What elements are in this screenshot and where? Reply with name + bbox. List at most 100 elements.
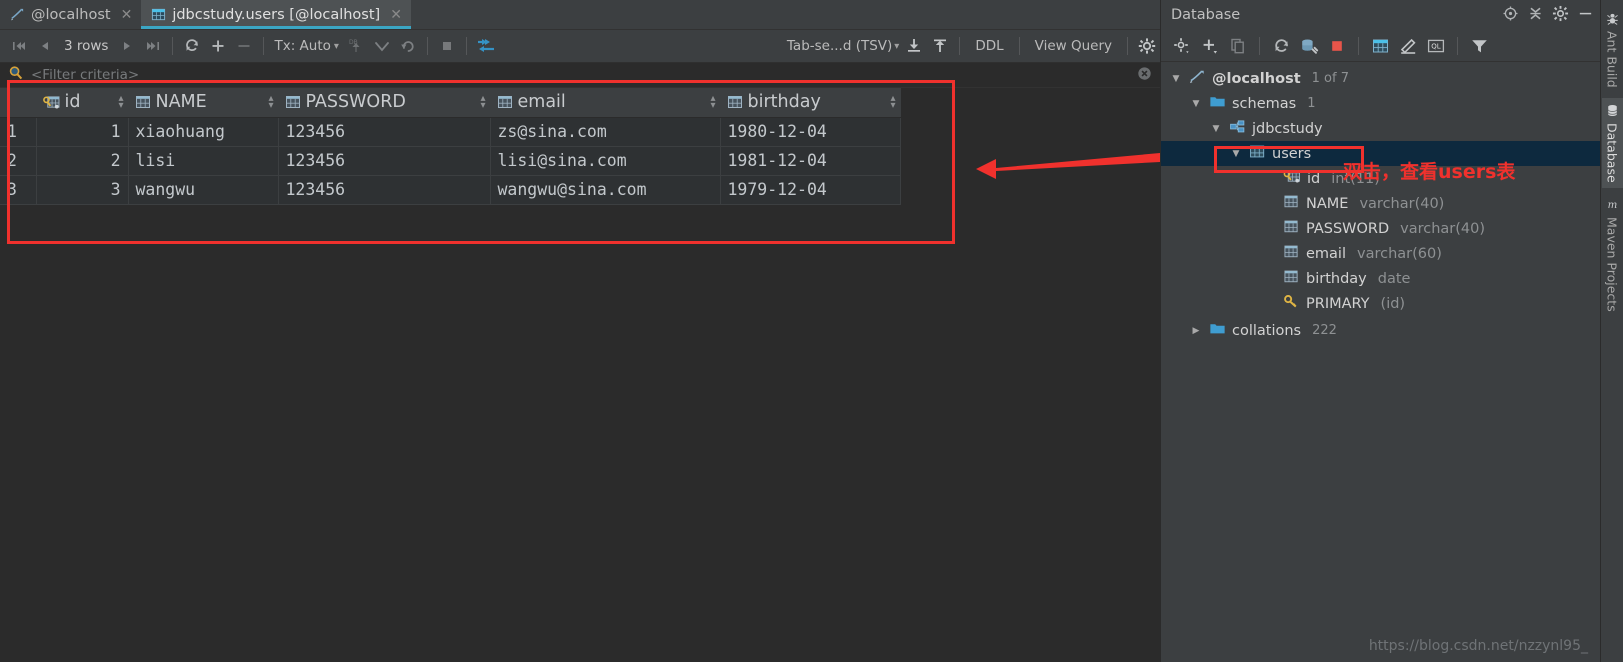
editor-area: @localhost ✕ jdbcstudy.users [@localhost… bbox=[0, 0, 1160, 662]
cell-id[interactable]: 2 bbox=[36, 146, 129, 176]
chevron-down-icon: ▾ bbox=[894, 40, 900, 52]
dump-data-icon[interactable] bbox=[901, 33, 927, 59]
last-row-icon[interactable] bbox=[140, 33, 166, 59]
hide-icon[interactable] bbox=[1577, 5, 1594, 26]
reload-page-icon[interactable] bbox=[179, 33, 205, 59]
scroll-from-source-icon[interactable] bbox=[1502, 5, 1519, 26]
delete-row-icon[interactable] bbox=[231, 33, 257, 59]
transaction-mode-selector[interactable]: Tx: Auto ▾ bbox=[270, 38, 342, 54]
output-format-selector[interactable]: Tab-se...d (TSV) ▾ bbox=[787, 38, 901, 54]
sort-indicator-icon[interactable]: ▴ ▾ bbox=[118, 93, 123, 111]
watermark-text: https://blog.csdn.net/nzzynl95_ bbox=[1368, 638, 1588, 654]
close-icon[interactable]: ✕ bbox=[121, 8, 133, 22]
toolwindow-tab-database[interactable]: Database bbox=[1601, 97, 1623, 189]
cell-email[interactable]: lisi@sina.com bbox=[490, 146, 721, 176]
cell-birthday[interactable]: 1980-12-04 bbox=[720, 117, 901, 147]
database-tree[interactable]: ▼ @localhost 1 of 7 ▼ schemas 1 ▼ jdbcst… bbox=[1161, 62, 1600, 662]
tree-node-label: schemas bbox=[1232, 95, 1297, 112]
tree-node-column-birthday[interactable]: ▸ birthday date bbox=[1161, 266, 1600, 291]
tree-node-column-name[interactable]: ▸ NAME varchar(40) bbox=[1161, 191, 1600, 216]
transaction-mode-label: Tx: Auto bbox=[274, 38, 331, 54]
tree-node-column-password[interactable]: ▸ PASSWORD varchar(40) bbox=[1161, 216, 1600, 241]
cell-email[interactable]: zs@sina.com bbox=[490, 117, 721, 147]
stop-icon[interactable] bbox=[434, 33, 460, 59]
close-icon[interactable]: ✕ bbox=[390, 8, 402, 22]
tree-node-localhost[interactable]: ▼ @localhost 1 of 7 bbox=[1161, 66, 1600, 91]
tree-node-schemas[interactable]: ▼ schemas 1 bbox=[1161, 91, 1600, 116]
tree-node-meta: 222 bbox=[1312, 323, 1337, 338]
result-grid[interactable]: id ▴ ▾ NAME ▴ ▾ PASSWORD ▴ ▾ email ▴ ▾ b… bbox=[0, 88, 901, 205]
import-data-icon[interactable] bbox=[927, 33, 953, 59]
chevron-right-icon[interactable]: ▶ bbox=[1189, 326, 1203, 336]
sort-indicator-icon[interactable]: ▴ ▾ bbox=[890, 93, 895, 111]
first-row-icon[interactable] bbox=[6, 33, 32, 59]
table-row[interactable]: 2 2 lisi 123456 lisi@sina.com 1981-12-04 bbox=[0, 146, 901, 176]
next-row-icon[interactable] bbox=[114, 33, 140, 59]
sort-indicator-icon[interactable]: ▴ ▾ bbox=[480, 93, 485, 111]
commit-icon[interactable] bbox=[369, 33, 395, 59]
tree-node-primary-key[interactable]: ▸ PRIMARY (id) bbox=[1161, 291, 1600, 316]
toolwindow-tab-maven-projects[interactable]: m Maven Projects bbox=[1602, 192, 1623, 318]
sql-console-icon[interactable]: QL bbox=[1423, 33, 1449, 59]
filter-icon[interactable] bbox=[1466, 33, 1492, 59]
table-row[interactable]: 3 3 wangwu 123456 wangwu@sina.com 1979-1… bbox=[0, 175, 901, 205]
cell-email[interactable]: wangwu@sina.com bbox=[490, 175, 721, 205]
cell-name[interactable]: xiaohuang bbox=[128, 117, 279, 147]
rollback-icon[interactable] bbox=[395, 33, 421, 59]
column-header-id[interactable]: id ▴ ▾ bbox=[36, 88, 129, 118]
column-icon bbox=[135, 95, 151, 109]
column-header-password[interactable]: PASSWORD ▴ ▾ bbox=[278, 88, 491, 118]
cell-name[interactable]: lisi bbox=[128, 146, 279, 176]
gear-icon[interactable] bbox=[1134, 33, 1160, 59]
sort-indicator-icon[interactable]: ▴ ▾ bbox=[710, 93, 715, 111]
column-header-email[interactable]: email ▴ ▾ bbox=[490, 88, 721, 118]
column-header-name[interactable]: NAME ▴ ▾ bbox=[128, 88, 279, 118]
cell-password[interactable]: 123456 bbox=[278, 175, 491, 205]
add-row-icon[interactable] bbox=[205, 33, 231, 59]
sync-icon[interactable] bbox=[1296, 33, 1322, 59]
tree-node-jdbcstudy[interactable]: ▼ jdbcstudy bbox=[1161, 116, 1600, 141]
primary-key-column-icon bbox=[1283, 169, 1301, 188]
cell-password[interactable]: 123456 bbox=[278, 146, 491, 176]
table-row[interactable]: 1 1 xiaohuang 123456 zs@sina.com 1980-12… bbox=[0, 117, 901, 147]
toolwindow-tab-label: Maven Projects bbox=[1604, 217, 1620, 313]
mysql-console-icon bbox=[10, 7, 25, 22]
refresh-icon[interactable] bbox=[1268, 33, 1294, 59]
cell-name[interactable]: wangwu bbox=[128, 175, 279, 205]
filter-row[interactable]: <Filter criteria> bbox=[0, 63, 1160, 88]
add-icon[interactable] bbox=[1197, 33, 1223, 59]
editor-tab-users[interactable]: jdbcstudy.users [@localhost] ✕ bbox=[141, 0, 411, 29]
modify-icon[interactable] bbox=[1395, 33, 1421, 59]
close-icon[interactable] bbox=[1137, 66, 1152, 85]
column-header-birthday[interactable]: birthday ▴ ▾ bbox=[720, 88, 901, 118]
chevron-down-icon[interactable]: ▼ bbox=[1229, 149, 1243, 159]
stop-icon[interactable] bbox=[1324, 33, 1350, 59]
cell-birthday[interactable]: 1979-12-04 bbox=[720, 175, 901, 205]
toolbar-divider bbox=[263, 37, 265, 55]
cell-id[interactable]: 3 bbox=[36, 175, 129, 205]
filter-input[interactable]: <Filter criteria> bbox=[31, 67, 139, 83]
chevron-down-icon[interactable]: ▼ bbox=[1189, 99, 1203, 109]
chevron-down-icon[interactable]: ▼ bbox=[1169, 74, 1183, 84]
datasource-properties-icon[interactable] bbox=[1169, 33, 1195, 59]
view-query-button[interactable]: View Query bbox=[1026, 38, 1121, 54]
collapse-all-icon[interactable] bbox=[1527, 5, 1544, 26]
ddl-button[interactable]: DDL bbox=[966, 38, 1012, 54]
cell-password[interactable]: 123456 bbox=[278, 117, 491, 147]
editor-tab-localhost[interactable]: @localhost ✕ bbox=[0, 0, 141, 29]
column-header-label: birthday bbox=[747, 92, 821, 113]
copy-icon[interactable] bbox=[1225, 33, 1251, 59]
table-editor-icon[interactable] bbox=[1367, 33, 1393, 59]
chevron-down-icon[interactable]: ▼ bbox=[1209, 124, 1223, 134]
gear-icon[interactable] bbox=[1552, 5, 1569, 26]
sort-indicator-icon[interactable]: ▴ ▾ bbox=[268, 93, 273, 111]
submit-db-icon[interactable]: DB bbox=[343, 33, 369, 59]
tree-node-collations[interactable]: ▶ collations 222 bbox=[1161, 318, 1600, 343]
toolwindow-tab-ant-build[interactable]: Ant Build bbox=[1602, 6, 1623, 94]
previous-row-icon[interactable] bbox=[32, 33, 58, 59]
tree-node-column-email[interactable]: ▸ email varchar(60) bbox=[1161, 241, 1600, 266]
cell-birthday[interactable]: 1981-12-04 bbox=[720, 146, 901, 176]
tree-node-meta: 1 bbox=[1307, 96, 1316, 111]
cell-id[interactable]: 1 bbox=[36, 117, 129, 147]
compare-icon[interactable] bbox=[473, 33, 499, 59]
